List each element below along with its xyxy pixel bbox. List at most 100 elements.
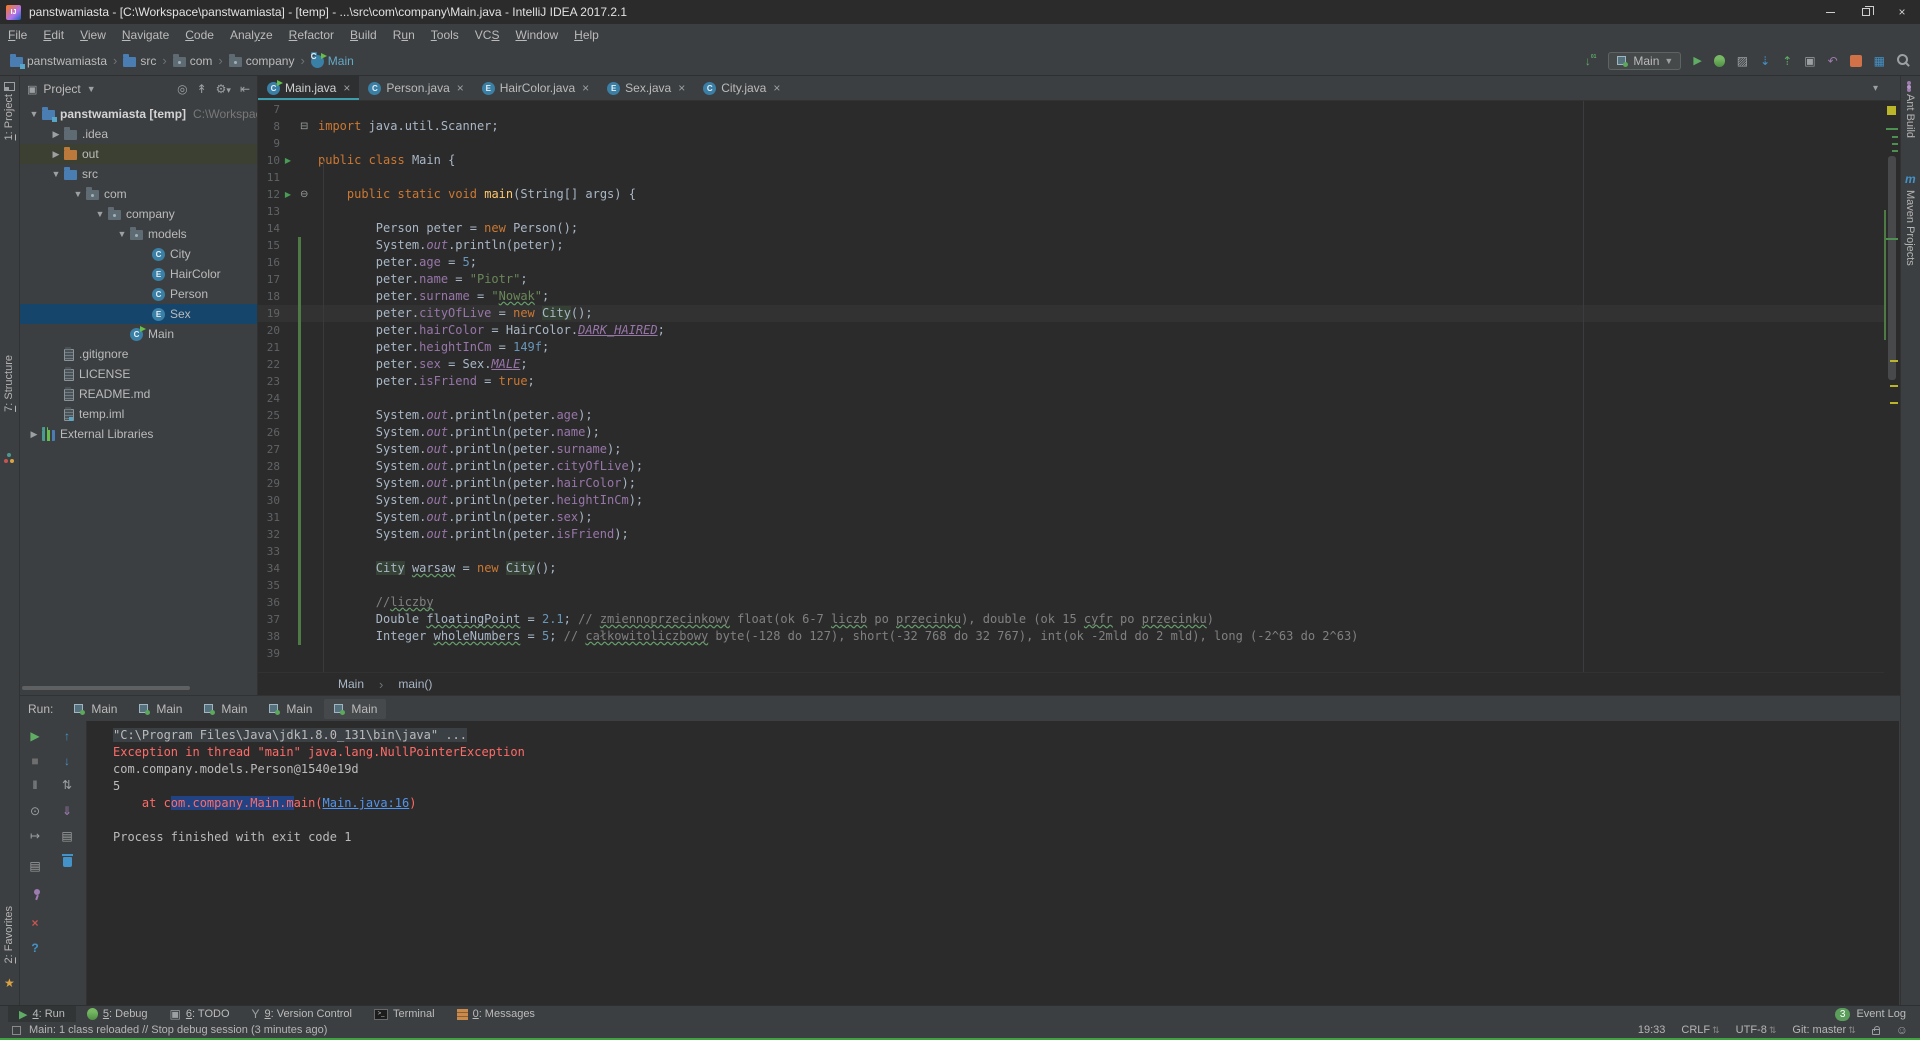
- toolwindow-quick-access-icon[interactable]: [12, 1026, 21, 1035]
- tab-haircolor-java[interactable]: HairColor.java×: [473, 76, 598, 100]
- code-line[interactable]: 29 System.out.println(peter.hairColor);: [258, 475, 1884, 492]
- close-tab-icon[interactable]: ×: [457, 81, 464, 95]
- stop-icon[interactable]: ■: [26, 754, 44, 768]
- tree-row-temp-iml[interactable]: temp.iml: [20, 404, 257, 424]
- breadcrumb-item-com[interactable]: com: [173, 54, 213, 68]
- code-line[interactable]: 33: [258, 543, 1884, 560]
- code-line[interactable]: 23 peter.isFriend = true;: [258, 373, 1884, 390]
- tree-row--gitignore[interactable]: .gitignore: [20, 344, 257, 364]
- hector-inspection-icon[interactable]: ☺: [1896, 1023, 1908, 1037]
- tree-row-src[interactable]: ▼src: [20, 164, 257, 184]
- restore-button[interactable]: [1848, 0, 1884, 24]
- code-line[interactable]: 24: [258, 390, 1884, 407]
- tree-row-com[interactable]: ▼com: [20, 184, 257, 204]
- code-line[interactable]: 15 System.out.println(peter);: [258, 237, 1884, 254]
- tree-row-company[interactable]: ▼company: [20, 204, 257, 224]
- menu-item-analyze[interactable]: Analyze: [222, 28, 281, 42]
- project-structure-icon[interactable]: ▦: [1874, 54, 1885, 68]
- tree-row-main[interactable]: Main: [20, 324, 257, 344]
- menu-item-edit[interactable]: Edit: [35, 28, 72, 42]
- help-icon[interactable]: ?: [26, 941, 44, 955]
- up-stack-icon[interactable]: ↑: [58, 729, 76, 743]
- close-button[interactable]: ×: [1884, 0, 1920, 24]
- tree-row-external-libraries[interactable]: ▶External Libraries: [20, 424, 257, 444]
- code-line[interactable]: 28 System.out.println(peter.cityOfLive);: [258, 458, 1884, 475]
- menu-item-tools[interactable]: Tools: [423, 28, 467, 42]
- code-line[interactable]: 12▶⊖ public static void main(String[] ar…: [258, 186, 1884, 203]
- clear-console-icon[interactable]: [58, 854, 76, 870]
- debug-icon[interactable]: [1714, 55, 1725, 67]
- code-line[interactable]: 35: [258, 577, 1884, 594]
- update-project-icon[interactable]: ↓: [1585, 54, 1597, 68]
- tab-sex-java[interactable]: Sex.java×: [598, 76, 694, 100]
- code-line[interactable]: 11: [258, 169, 1884, 186]
- menu-item-view[interactable]: View: [72, 28, 114, 42]
- code-line[interactable]: 10▶public class Main {: [258, 152, 1884, 169]
- expanded-arrow-icon[interactable]: ▼: [114, 229, 130, 239]
- run-tab-2[interactable]: Main: [129, 699, 191, 719]
- code-viewport[interactable]: 78⊟import java.util.Scanner;910▶public c…: [258, 101, 1884, 672]
- breadcrumb-item-company[interactable]: company: [229, 54, 295, 68]
- event-log-button[interactable]: 3 Event Log: [1835, 1008, 1912, 1021]
- breadcrumb-item-src[interactable]: src: [123, 54, 156, 68]
- menu-item-help[interactable]: Help: [566, 28, 607, 42]
- code-line[interactable]: 20 peter.hairColor = HairColor.DARK_HAIR…: [258, 322, 1884, 339]
- run-tab-3[interactable]: Main: [194, 699, 256, 719]
- tree-row-panstwamiasta-temp-[interactable]: ▼panstwamiasta [temp]C:\Workspac: [20, 104, 257, 124]
- encoding-widget[interactable]: UTF-8⇅: [1736, 1024, 1777, 1036]
- tree-row-readme-md[interactable]: README.md: [20, 384, 257, 404]
- camera-icon[interactable]: ⊙: [26, 804, 44, 818]
- code-line[interactable]: 14 Person peter = new Person();: [258, 220, 1884, 237]
- down-stack-icon[interactable]: ↓: [58, 754, 76, 768]
- sidebar-item-project[interactable]: 1: Project: [3, 94, 15, 140]
- code-line[interactable]: 30 System.out.println(peter.heightInCm);: [258, 492, 1884, 509]
- run-line-icon[interactable]: ▶: [280, 190, 296, 199]
- project-horizontal-scrollbar[interactable]: [22, 686, 190, 690]
- code-line[interactable]: 7: [258, 101, 1884, 118]
- menu-item-run[interactable]: Run: [385, 28, 423, 42]
- tree-row-license[interactable]: LICENSE: [20, 364, 257, 384]
- code-line[interactable]: 31 System.out.println(peter.sex);: [258, 509, 1884, 526]
- editor-area[interactable]: Main.java×Person.java×HairColor.java×Sex…: [258, 76, 1884, 695]
- expanded-arrow-icon[interactable]: ▼: [26, 109, 42, 119]
- code-line[interactable]: 38 Integer wholeNumbers = 5; // całkowit…: [258, 628, 1884, 645]
- tree-row-city[interactable]: City: [20, 244, 257, 264]
- run-tab-4[interactable]: Main: [259, 699, 321, 719]
- tree-row-models[interactable]: ▼models: [20, 224, 257, 244]
- close-tab-icon[interactable]: ×: [773, 81, 780, 95]
- collapse-all-icon[interactable]: ↟: [197, 82, 207, 96]
- toolwindow-button-terminal[interactable]: Terminal: [363, 1006, 446, 1022]
- code-line[interactable]: 17 peter.name = "Piotr";: [258, 271, 1884, 288]
- tab-person-java[interactable]: Person.java×: [359, 76, 472, 100]
- minimize-button[interactable]: [1812, 0, 1848, 24]
- code-line[interactable]: 9: [258, 135, 1884, 152]
- code-line[interactable]: 16 peter.age = 5;: [258, 254, 1884, 271]
- breadcrumb-class[interactable]: Main: [338, 677, 364, 691]
- toolwindow-button-4-run[interactable]: ▶4: Run: [8, 1006, 76, 1022]
- pin-icon[interactable]: [28, 889, 46, 904]
- tab-main-java[interactable]: Main.java×: [258, 76, 359, 100]
- toolwindow-button-0-messages[interactable]: 0: Messages: [446, 1006, 546, 1022]
- toolwindow-button-9-version-control[interactable]: Y9: Version Control: [241, 1006, 363, 1022]
- collapsed-arrow-icon[interactable]: ▶: [48, 149, 64, 160]
- stacktrace-link[interactable]: Main.java:16: [323, 796, 410, 810]
- close-tab-icon[interactable]: ×: [582, 81, 589, 95]
- git-branch-widget[interactable]: Git: master⇅: [1792, 1024, 1855, 1036]
- vcs-update-icon[interactable]: ⇣: [1760, 54, 1770, 68]
- menu-item-navigate[interactable]: Navigate: [114, 28, 177, 42]
- project-panel-title[interactable]: Project: [43, 82, 80, 96]
- tree-row-haircolor[interactable]: HairColor: [20, 264, 257, 284]
- coverage-icon[interactable]: ▨: [1737, 54, 1748, 68]
- code-line[interactable]: 27 System.out.println(peter.surname);: [258, 441, 1884, 458]
- caret-position-widget[interactable]: 19:33: [1638, 1024, 1666, 1036]
- code-line[interactable]: 19 peter.cityOfLive = new City();: [258, 305, 1884, 322]
- code-line[interactable]: 13: [258, 203, 1884, 220]
- code-line[interactable]: 26 System.out.println(peter.name);: [258, 424, 1884, 441]
- toolwindow-button-5-debug[interactable]: 5: Debug: [76, 1006, 159, 1022]
- breadcrumb-item-panstwamiasta[interactable]: panstwamiasta: [10, 54, 107, 68]
- editor-tabs-list-icon[interactable]: ▾: [1873, 83, 1900, 94]
- exit-icon[interactable]: ↦: [26, 829, 44, 843]
- error-stripe[interactable]: [1884, 101, 1900, 695]
- run-line-icon[interactable]: ▶: [280, 156, 296, 165]
- tree-row-sex[interactable]: Sex: [20, 304, 257, 324]
